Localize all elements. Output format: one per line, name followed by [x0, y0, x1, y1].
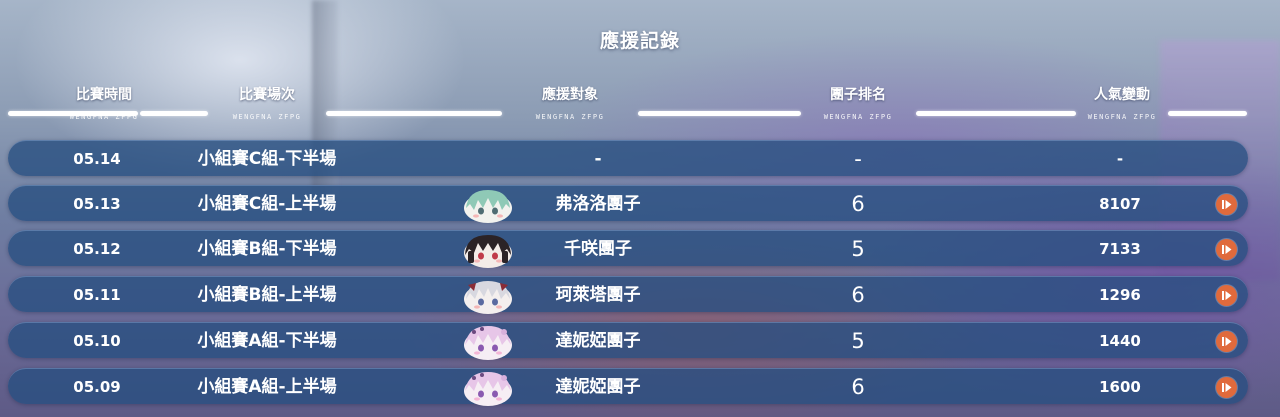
header-divider — [140, 111, 208, 116]
header-divider — [638, 111, 801, 116]
match-session: 小組賽A組-下半場 — [197, 331, 337, 351]
replay-button[interactable] — [1216, 331, 1237, 352]
popularity-change: 7133 — [1099, 240, 1141, 258]
popularity-change: 1296 — [1099, 286, 1141, 304]
frolo-dango-icon — [464, 190, 512, 223]
play-icon — [1222, 200, 1232, 209]
support-target: 達妮婭團子 — [555, 331, 641, 351]
carlotta-dango-icon — [464, 281, 512, 314]
match-date: 05.09 — [73, 378, 121, 396]
header-sublabel: WENGFNA ZFPG — [232, 113, 302, 121]
header-divider — [916, 111, 1076, 116]
header-support-target: 應援對象 WENGFNA ZFPG — [536, 84, 605, 121]
support-target: 弗洛洛團子 — [555, 194, 641, 214]
header-label: 應援對象 — [541, 87, 598, 103]
replay-button[interactable] — [1216, 194, 1237, 215]
support-target: 珂萊塔團子 — [555, 285, 641, 305]
match-session: 小組賽A組-上半場 — [197, 377, 337, 397]
dango-rank: - — [854, 147, 862, 171]
match-session: 小組賽C組-上半場 — [197, 194, 337, 214]
play-icon — [1222, 245, 1232, 254]
support-target: 千咲團子 — [564, 239, 632, 259]
match-date: 05.11 — [73, 286, 121, 304]
header-label: 比賽場次 — [238, 87, 295, 103]
header-label: 人氣變動 — [1093, 87, 1150, 103]
header-popularity-change: 人氣變動 WENGFNA ZFPG — [1088, 84, 1157, 121]
popularity-change: 1600 — [1099, 378, 1141, 396]
table-row[interactable]: 05.11 小組賽B組-上半場 珂萊塔團子 6 1296 — [8, 276, 1248, 314]
table-row[interactable]: 05.13 小組賽C組-上半場 弗洛洛團子 6 8107 — [8, 185, 1248, 223]
replay-button[interactable] — [1216, 239, 1237, 260]
table-row[interactable]: 05.09 小組賽A組-上半場 達妮婭團子 6 1600 — [8, 368, 1248, 406]
match-date: 05.12 — [73, 240, 121, 258]
header-sublabel: WENGFNA ZFPG — [823, 113, 893, 121]
dania-dango-icon — [464, 372, 512, 406]
match-session: 小組賽B組-上半場 — [197, 285, 337, 305]
dania-dango-icon — [464, 326, 512, 360]
dango-rank: 6 — [851, 375, 865, 399]
match-date: 05.13 — [73, 195, 121, 213]
replay-button[interactable] — [1216, 377, 1237, 398]
match-date: 05.10 — [73, 332, 121, 350]
dango-rank: 6 — [851, 192, 865, 216]
match-session: 小組賽B組-下半場 — [197, 239, 337, 259]
play-icon — [1222, 337, 1232, 346]
header-label: 比賽時間 — [75, 87, 132, 103]
match-date: 05.14 — [73, 150, 121, 168]
match-session: 小組賽C組-下半場 — [197, 149, 337, 169]
popularity-change: - — [1116, 150, 1124, 168]
header-sublabel: WENGFNA ZFPG — [535, 113, 605, 121]
dango-rank: 5 — [851, 329, 865, 353]
dango-rank: 6 — [851, 283, 865, 307]
header-sublabel: WENGFNA ZFPG — [1087, 113, 1157, 121]
table-row[interactable]: 05.12 小組賽B組-下半場 千咲團子 5 7133 — [8, 230, 1248, 268]
header-match-time: 比賽時間 WENGFNA ZFPG — [70, 84, 139, 121]
table-row: 05.14 小組賽C組-下半場 - - - — [8, 140, 1248, 176]
header-label: 團子排名 — [829, 87, 886, 103]
support-target: - — [594, 149, 602, 169]
play-icon — [1222, 383, 1232, 392]
header-dango-rank: 團子排名 WENGFNA ZFPG — [824, 84, 893, 121]
header-sublabel: WENGFNA ZFPG — [69, 113, 139, 121]
page-title: 應援記錄 — [599, 30, 680, 52]
header-divider — [326, 111, 502, 116]
popularity-change: 1440 — [1099, 332, 1141, 350]
chisaki-dango-icon — [464, 235, 512, 268]
dango-rank: 5 — [851, 237, 865, 261]
replay-button[interactable] — [1216, 285, 1237, 306]
play-icon — [1222, 291, 1232, 300]
popularity-change: 8107 — [1099, 195, 1141, 213]
support-target: 達妮婭團子 — [555, 377, 641, 397]
header-divider — [1168, 111, 1247, 116]
table-row[interactable]: 05.10 小組賽A組-下半場 達妮婭團子 5 1440 — [8, 322, 1248, 360]
header-match-session: 比賽場次 WENGFNA ZFPG — [233, 84, 302, 121]
